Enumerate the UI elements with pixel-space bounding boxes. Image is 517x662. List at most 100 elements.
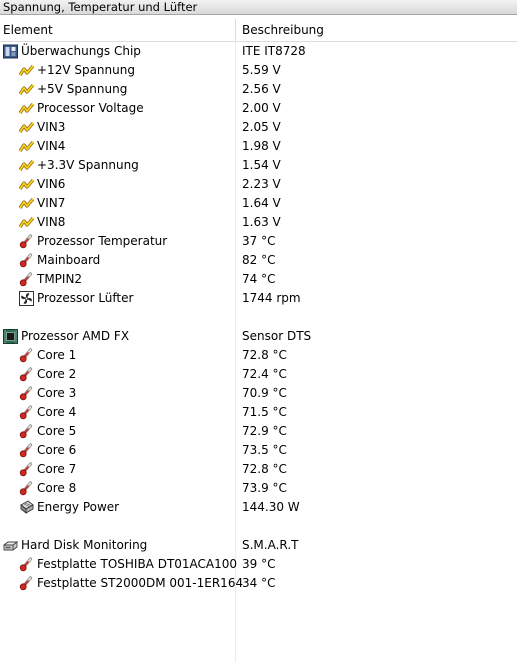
sensor-row-vin8[interactable]: VIN8 1.63 V xyxy=(0,213,517,232)
thermometer-icon xyxy=(19,234,34,249)
sensor-row-vin3[interactable]: VIN3 2.05 V xyxy=(0,118,517,137)
sensor-label: Core 5 xyxy=(37,424,77,438)
sensor-label: VIN7 xyxy=(37,196,66,210)
thermometer-icon xyxy=(19,272,34,287)
sensor-row-5v-spannung[interactable]: +5V Spannung 2.56 V xyxy=(0,80,517,99)
sensor-value: 39 °C xyxy=(242,557,276,571)
sensor-label: Prozessor Temperatur xyxy=(37,234,168,248)
sensor-row-vin4[interactable]: VIN4 1.98 V xyxy=(0,137,517,156)
sensor-value: 70.9 °C xyxy=(242,386,287,400)
sensor-value: 2.05 V xyxy=(242,120,281,134)
group-description: Sensor DTS xyxy=(242,329,312,343)
fan-icon xyxy=(19,291,34,306)
sensor-value: 72.9 °C xyxy=(242,424,287,438)
thermometer-icon xyxy=(19,405,34,420)
sensor-label: VIN8 xyxy=(37,215,66,229)
column-header: Element Beschreibung xyxy=(0,19,517,42)
sensor-value: 2.23 V xyxy=(242,177,281,191)
sensor-row-core-2[interactable]: Core 2 72.4 °C xyxy=(0,365,517,384)
power-chip-icon xyxy=(19,500,34,515)
hard-disk-icon xyxy=(2,538,19,553)
sensor-label: Prozessor Lüfter xyxy=(37,291,134,305)
voltage-icon xyxy=(18,120,35,135)
column-divider[interactable] xyxy=(235,19,236,41)
voltage-icon xyxy=(18,215,35,230)
sensor-row-3-3v-spannung[interactable]: +3.3V Spannung 1.54 V xyxy=(0,156,517,175)
group-row-prozessor-amd-fx[interactable]: Prozessor AMD FX Sensor DTS xyxy=(0,327,517,346)
sensor-label: Festplatte TOSHIBA DT01ACA100 xyxy=(37,557,238,571)
sensor-value: 82 °C xyxy=(242,253,276,267)
sensor-row-core-7[interactable]: Core 7 72.8 °C xyxy=(0,460,517,479)
group-label: Überwachungs Chip xyxy=(21,44,141,58)
sensor-label: Energy Power xyxy=(37,500,120,514)
thermometer-icon xyxy=(19,367,34,382)
voltage-icon xyxy=(18,177,35,192)
sensor-label: Core 2 xyxy=(37,367,77,381)
sensor-label: Core 1 xyxy=(37,348,77,362)
thermometer-icon xyxy=(19,462,34,477)
group-description: S.M.A.R.T xyxy=(242,538,299,552)
thermometer-icon xyxy=(19,481,34,496)
sensor-row-festplatte-toshiba-dt01aca100[interactable]: Festplatte TOSHIBA DT01ACA100 39 °C xyxy=(0,555,517,574)
sensor-row-core-6[interactable]: Core 6 73.5 °C xyxy=(0,441,517,460)
sensor-row-vin7[interactable]: VIN7 1.64 V xyxy=(0,194,517,213)
sensor-label: Core 3 xyxy=(37,386,77,400)
sensor-row-core-8[interactable]: Core 8 73.9 °C xyxy=(0,479,517,498)
sensor-row-processor-voltage[interactable]: Processor Voltage 2.00 V xyxy=(0,99,517,118)
sensor-label: TMPIN2 xyxy=(37,272,83,286)
sensor-row-prozessor-temperatur[interactable]: Prozessor Temperatur 37 °C xyxy=(0,232,517,251)
sensor-label: +3.3V Spannung xyxy=(37,158,139,172)
sensor-row-core-1[interactable]: Core 1 72.8 °C xyxy=(0,346,517,365)
sensor-row-12v-spannung[interactable]: +12V Spannung 5.59 V xyxy=(0,61,517,80)
thermometer-icon xyxy=(19,253,34,268)
sensor-value: 1744 rpm xyxy=(242,291,301,305)
sensor-label: VIN4 xyxy=(37,139,66,153)
sensor-row-core-5[interactable]: Core 5 72.9 °C xyxy=(0,422,517,441)
sensor-row-core-4[interactable]: Core 4 71.5 °C xyxy=(0,403,517,422)
sensor-value: 73.5 °C xyxy=(242,443,287,457)
sensor-row-festplatte-st2000dm-001-1er164[interactable]: Festplatte ST2000DM 001-1ER164 34 °C xyxy=(0,574,517,593)
sensor-value: 1.64 V xyxy=(242,196,281,210)
sensor-list: Überwachungs Chip ITE IT8728 +12V Spannung… xyxy=(0,42,517,593)
thermometer-icon xyxy=(19,557,34,572)
sensor-value: 72.8 °C xyxy=(242,462,287,476)
voltage-icon xyxy=(18,158,35,173)
sensor-row-energy-power[interactable]: Energy Power 144.30 W xyxy=(0,498,517,517)
thermometer-icon xyxy=(19,443,34,458)
sensor-row-tmpin2[interactable]: TMPIN2 74 °C xyxy=(0,270,517,289)
sensor-value: 37 °C xyxy=(242,234,276,248)
sensor-value: 1.54 V xyxy=(242,158,281,172)
sensor-value: 72.4 °C xyxy=(242,367,287,381)
sensor-value: 5.59 V xyxy=(242,63,281,77)
column-header-description[interactable]: Beschreibung xyxy=(242,19,502,41)
sensor-label: Core 4 xyxy=(37,405,77,419)
window-title: Spannung, Temperatur und Lüfter xyxy=(0,0,517,15)
sensor-value: 144.30 W xyxy=(242,500,300,514)
sensor-row-mainboard[interactable]: Mainboard 82 °C xyxy=(0,251,517,270)
sensor-row-core-3[interactable]: Core 3 70.9 °C xyxy=(0,384,517,403)
group-row-überwachungs-chip[interactable]: Überwachungs Chip ITE IT8728 xyxy=(0,42,517,61)
column-header-element[interactable]: Element xyxy=(3,19,231,41)
sensor-label: +5V Spannung xyxy=(37,82,128,96)
voltage-icon xyxy=(18,139,35,154)
group-description: ITE IT8728 xyxy=(242,44,306,58)
thermometer-icon xyxy=(19,424,34,439)
sensor-label: Core 8 xyxy=(37,481,77,495)
sensor-row-prozessor-lüfter[interactable]: Prozessor Lüfter 1744 rpm xyxy=(0,289,517,308)
group-row-hard-disk-monitoring[interactable]: Hard Disk Monitoring S.M.A.R.T xyxy=(0,536,517,555)
sensor-label: Festplatte ST2000DM 001-1ER164 xyxy=(37,576,244,590)
thermometer-icon xyxy=(19,576,34,591)
sensor-row-vin6[interactable]: VIN6 2.23 V xyxy=(0,175,517,194)
voltage-icon xyxy=(18,101,35,116)
sensor-label: Core 6 xyxy=(37,443,77,457)
sensor-label: VIN6 xyxy=(37,177,66,191)
sensor-value: 2.56 V xyxy=(242,82,281,96)
thermometer-icon xyxy=(19,348,34,363)
cpu-icon xyxy=(3,329,18,344)
group-label: Prozessor AMD FX xyxy=(21,329,130,343)
sensor-label: Processor Voltage xyxy=(37,101,144,115)
voltage-icon xyxy=(18,196,35,211)
thermometer-icon xyxy=(19,386,34,401)
